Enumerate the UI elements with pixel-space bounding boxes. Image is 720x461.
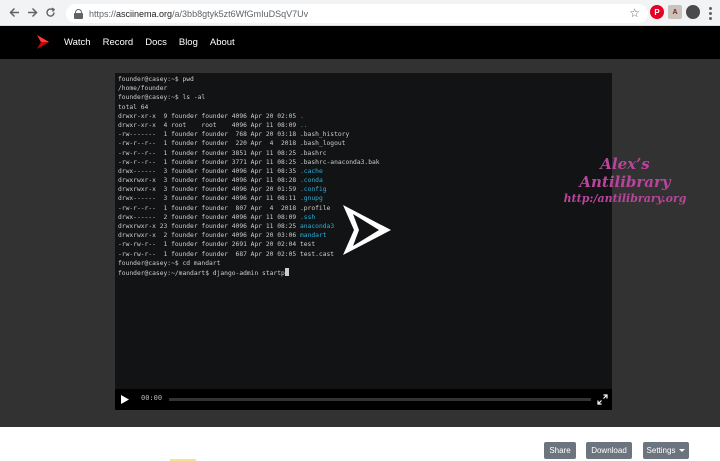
watermark-url: http:/antilibrary.org [563,192,687,205]
forward-arrow-icon[interactable] [23,4,41,22]
chevron-down-icon [679,449,686,452]
nav-about[interactable]: About [210,37,235,48]
action-bar: Share Download Settings [0,427,720,461]
terminal-line: founder@casey:~$ cd mandart [118,259,221,267]
terminal-line: drwxrwxr-x 3 founder founder 4096 Apr 11… [118,177,323,185]
progress-bar[interactable] [169,398,591,401]
player-control-bar: 00:00 [115,389,612,410]
terminal-line: founder@casey:~$ pwd [118,76,194,83]
download-button[interactable]: Download [586,442,632,459]
browser-toolbar: https://asciinema.org/a/3bb8gtyk5zt6WfGm… [0,0,720,26]
nav-docs[interactable]: Docs [145,37,167,48]
watermark-title: Alex’s Antilibrary [579,155,671,191]
playback-time: 00:00 [141,394,163,402]
back-arrow-icon[interactable] [5,4,23,22]
terminal-line: founder@casey:~/mandart$ django-admin st… [118,267,380,277]
terminal-line: -rw-r--r-- 1 founder founder 220 Apr 4 2… [118,140,346,148]
main-nav: Watch Record Docs Blog About [64,26,235,59]
big-play-icon[interactable] [339,203,393,257]
pdf-extension-icon[interactable]: A [668,5,682,19]
nav-record[interactable]: Record [103,37,134,48]
url-text: https://asciinema.org/a/3bb8gtyk5zt6WfGm… [89,8,309,19]
reload-icon[interactable] [41,4,59,22]
terminal-line: total 64 [118,103,149,111]
terminal-line: drwx------ 3 founder founder 4096 Apr 11… [118,167,323,175]
terminal-line: drwxr-xr-x 9 founder founder 4096 Apr 20… [118,112,304,120]
share-button[interactable]: Share [544,442,576,459]
address-bar[interactable]: https://asciinema.org/a/3bb8gtyk5zt6WfGm… [66,4,648,23]
nav-watch[interactable]: Watch [64,37,91,48]
asciinema-logo-icon[interactable] [36,34,50,50]
site-header: Watch Record Docs Blog About [0,26,720,59]
terminal-line: -rw-r--r-- 1 founder founder 3851 Apr 11… [118,149,327,157]
lock-icon [74,8,83,19]
terminal-cursor [284,267,289,276]
settings-button[interactable]: Settings [643,442,689,459]
terminal-line: drwxr-xr-x 4 root root 4096 Apr 11 08:09… [118,121,308,129]
terminal-line: -rw-r--r-- 1 founder founder 3771 Apr 11… [118,158,380,166]
settings-label: Settings [646,446,676,455]
watermark: Alex’s Antilibrary http:/antilibrary.org [555,155,695,207]
asciinema-player[interactable]: founder@casey:~$ pwd/home/founder founder… [115,73,612,410]
nav-blog[interactable]: Blog [179,37,198,48]
terminal-line: /home/founder [118,85,168,93]
terminal-line: drwxrwxr-x 3 founder founder 4096 Apr 20… [118,186,327,194]
pinterest-extension-icon[interactable]: P [650,5,664,19]
terminal-line: founder@casey:~$ ls -al [118,94,206,102]
browser-menu-icon[interactable] [704,4,716,22]
play-icon[interactable] [121,395,129,404]
player-stage: founder@casey:~$ pwd/home/founder founder… [0,59,720,427]
fullscreen-icon[interactable] [597,394,608,405]
bookmark-star-icon[interactable]: ☆ [629,6,640,20]
terminal-line: -rw------- 1 founder founder 768 Apr 20 … [118,131,350,139]
profile-avatar[interactable] [686,5,700,19]
